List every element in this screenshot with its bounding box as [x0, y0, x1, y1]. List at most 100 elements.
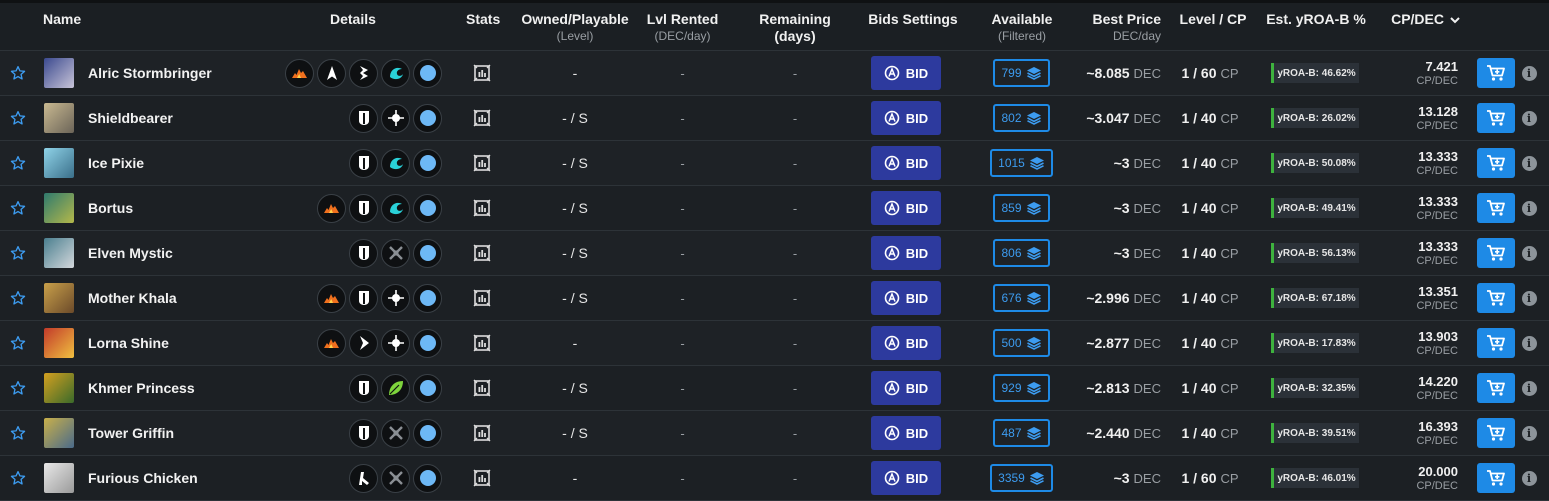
available-count[interactable]: 859 — [990, 186, 1053, 230]
add-to-cart-button[interactable] — [1477, 96, 1515, 140]
orb-ability-icon[interactable] — [413, 328, 442, 358]
bid-button[interactable]: BID — [871, 321, 941, 365]
bid-button[interactable]: BID — [871, 276, 941, 320]
header-yroa[interactable]: Est. yROA-B % — [1265, 11, 1367, 28]
card-name[interactable]: Bortus — [88, 186, 133, 230]
stats-icon[interactable] — [470, 456, 494, 500]
shield-ability-icon[interactable] — [349, 193, 378, 223]
available-count[interactable]: 500 — [990, 321, 1053, 365]
fire-ability-icon[interactable] — [317, 193, 346, 223]
favorite-star-icon[interactable] — [9, 231, 27, 275]
stats-icon[interactable] — [470, 231, 494, 275]
favorite-star-icon[interactable] — [9, 456, 27, 500]
card-avatar[interactable] — [44, 321, 74, 365]
header-bids-settings[interactable]: Bids Settings — [866, 11, 960, 28]
card-avatar[interactable] — [44, 231, 74, 275]
bid-button[interactable]: BID — [871, 96, 941, 140]
stats-icon[interactable] — [470, 276, 494, 320]
card-avatar[interactable] — [44, 51, 74, 95]
card-name[interactable]: Ice Pixie — [88, 141, 144, 185]
favorite-star-icon[interactable] — [9, 276, 27, 320]
stats-icon[interactable] — [470, 51, 494, 95]
favorite-star-icon[interactable] — [9, 96, 27, 140]
bid-button[interactable]: BID — [871, 231, 941, 275]
orb-ability-icon[interactable] — [413, 283, 442, 313]
add-to-cart-button[interactable] — [1477, 51, 1515, 95]
info-icon[interactable]: i — [1520, 186, 1538, 230]
add-to-cart-button[interactable] — [1477, 411, 1515, 455]
header-cpdec[interactable]: CP/DEC — [1388, 11, 1463, 28]
card-avatar[interactable] — [44, 276, 74, 320]
lightning-ability-icon[interactable] — [349, 58, 378, 88]
card-name[interactable]: Lorna Shine — [88, 321, 169, 365]
water-ability-icon[interactable] — [381, 193, 410, 223]
shield-ability-icon[interactable] — [349, 148, 378, 178]
card-name[interactable]: Alric Stormbringer — [88, 51, 212, 95]
info-icon[interactable]: i — [1520, 366, 1538, 410]
orb-ability-icon[interactable] — [413, 103, 442, 133]
info-icon[interactable]: i — [1520, 96, 1538, 140]
favorite-star-icon[interactable] — [9, 51, 27, 95]
crossed-ability-icon[interactable] — [381, 418, 410, 448]
fire-ability-icon[interactable] — [317, 283, 346, 313]
info-icon[interactable]: i — [1520, 51, 1538, 95]
add-to-cart-button[interactable] — [1477, 366, 1515, 410]
shield-ability-icon[interactable] — [349, 238, 378, 268]
kick-ability-icon[interactable] — [349, 463, 378, 493]
water-ability-icon[interactable] — [381, 148, 410, 178]
card-name[interactable]: Mother Khala — [88, 276, 177, 320]
favorite-star-icon[interactable] — [9, 411, 27, 455]
card-avatar[interactable] — [44, 186, 74, 230]
stats-icon[interactable] — [470, 321, 494, 365]
stats-icon[interactable] — [470, 141, 494, 185]
card-avatar[interactable] — [44, 366, 74, 410]
orb-ability-icon[interactable] — [413, 148, 442, 178]
orb-ability-icon[interactable] — [413, 193, 442, 223]
available-count[interactable]: 802 — [990, 96, 1053, 140]
orb-ability-icon[interactable] — [413, 463, 442, 493]
add-to-cart-button[interactable] — [1477, 231, 1515, 275]
available-count[interactable]: 1015 — [990, 141, 1053, 185]
arrow-ability-icon[interactable] — [317, 58, 346, 88]
favorite-star-icon[interactable] — [9, 141, 27, 185]
header-level-cp[interactable]: Level / CP — [1175, 11, 1251, 28]
leaf-ability-icon[interactable] — [381, 373, 410, 403]
bid-button[interactable]: BID — [871, 186, 941, 230]
available-count[interactable]: 3359 — [990, 456, 1053, 500]
header-owned[interactable]: Owned/Playable (Level) — [520, 11, 630, 45]
add-to-cart-button[interactable] — [1477, 456, 1515, 500]
available-count[interactable]: 676 — [990, 276, 1053, 320]
bid-button[interactable]: BID — [871, 51, 941, 95]
stats-icon[interactable] — [470, 411, 494, 455]
orb-ability-icon[interactable] — [413, 418, 442, 448]
bid-button[interactable]: BID — [871, 411, 941, 455]
info-icon[interactable]: i — [1520, 456, 1538, 500]
header-lvl-rented[interactable]: Lvl Rented (DEC/day) — [640, 11, 725, 45]
card-name[interactable]: Elven Mystic — [88, 231, 173, 275]
available-count[interactable]: 487 — [990, 411, 1053, 455]
card-name[interactable]: Tower Griffin — [88, 411, 174, 455]
add-to-cart-button[interactable] — [1477, 321, 1515, 365]
fire-ability-icon[interactable] — [317, 328, 346, 358]
header-remaining[interactable]: Remaining (days) — [740, 11, 850, 45]
favorite-star-icon[interactable] — [9, 366, 27, 410]
card-avatar[interactable] — [44, 141, 74, 185]
add-to-cart-button[interactable] — [1477, 141, 1515, 185]
add-to-cart-button[interactable] — [1477, 276, 1515, 320]
info-icon[interactable]: i — [1520, 411, 1538, 455]
card-name[interactable]: Khmer Princess — [88, 366, 195, 410]
target-ability-icon[interactable] — [381, 103, 410, 133]
stats-icon[interactable] — [470, 366, 494, 410]
favorite-star-icon[interactable] — [9, 186, 27, 230]
target-ability-icon[interactable] — [381, 283, 410, 313]
chevron-ability-icon[interactable] — [349, 328, 378, 358]
add-to-cart-button[interactable] — [1477, 186, 1515, 230]
header-best-price[interactable]: Best Price DEC/day — [1080, 11, 1161, 45]
stats-icon[interactable] — [470, 186, 494, 230]
crossed-ability-icon[interactable] — [381, 238, 410, 268]
bid-button[interactable]: BID — [871, 456, 941, 500]
card-avatar[interactable] — [44, 411, 74, 455]
favorite-star-icon[interactable] — [9, 321, 27, 365]
card-avatar[interactable] — [44, 96, 74, 140]
available-count[interactable]: 799 — [990, 51, 1053, 95]
